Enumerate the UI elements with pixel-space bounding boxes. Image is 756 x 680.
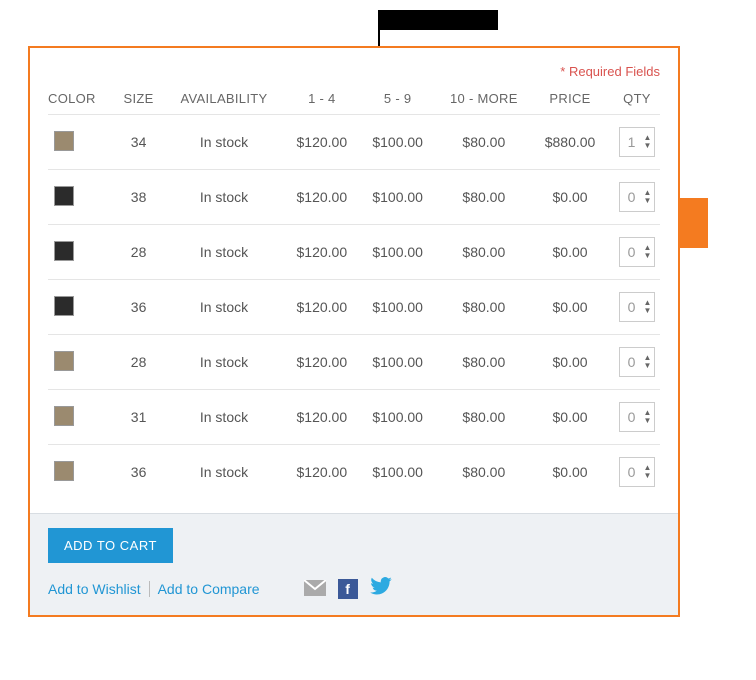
required-fields-label: * Required Fields [48,64,660,79]
tier3-cell: $80.00 [436,280,533,335]
col-tier3: 10 - MORE [436,83,533,115]
table-row: 34In stock$120.00$100.00$80.00$880.00 1▲▼ [48,115,660,170]
tier1-cell: $120.00 [284,280,360,335]
price-cell: $0.00 [532,225,608,280]
tier2-cell: $100.00 [360,280,436,335]
tier2-cell: $100.00 [360,115,436,170]
qty-down-icon[interactable]: ▼ [644,472,652,480]
size-cell: 36 [113,445,164,500]
availability-cell: In stock [164,335,284,390]
twitter-icon[interactable] [370,577,392,601]
tier3-cell: $80.00 [436,170,533,225]
tier1-cell: $120.00 [284,170,360,225]
tier3-cell: $80.00 [436,390,533,445]
col-price: PRICE [532,83,608,115]
table-row: 28In stock$120.00$100.00$80.00$0.00 0▲▼ [48,225,660,280]
qty-value: 0 [620,464,644,480]
tier1-cell: $120.00 [284,115,360,170]
tier2-cell: $100.00 [360,390,436,445]
col-qty: QTY [608,83,660,115]
qty-stepper[interactable]: 0▲▼ [619,237,656,267]
qty-down-icon[interactable]: ▼ [644,307,652,315]
table-row: 36In stock$120.00$100.00$80.00$0.00 0▲▼ [48,445,660,500]
price-cell: $0.00 [532,170,608,225]
price-cell: $0.00 [532,445,608,500]
add-to-wishlist-link[interactable]: Add to Wishlist [48,581,141,597]
qty-stepper[interactable]: 0▲▼ [619,292,656,322]
price-cell: $0.00 [532,390,608,445]
tier2-cell: $100.00 [360,170,436,225]
availability-cell: In stock [164,225,284,280]
color-swatch[interactable] [54,351,74,371]
size-cell: 28 [113,225,164,280]
tier1-cell: $120.00 [284,225,360,280]
facebook-icon[interactable]: f [338,579,358,599]
size-cell: 38 [113,170,164,225]
col-availability: AVAILABILITY [164,83,284,115]
qty-down-icon[interactable]: ▼ [644,417,652,425]
email-icon[interactable] [304,580,326,599]
qty-down-icon[interactable]: ▼ [644,142,652,150]
availability-cell: In stock [164,170,284,225]
tier1-cell: $120.00 [284,445,360,500]
tier3-cell: $80.00 [436,115,533,170]
tier3-cell: $80.00 [436,445,533,500]
table-row: 31In stock$120.00$100.00$80.00$0.00 0▲▼ [48,390,660,445]
qty-down-icon[interactable]: ▼ [644,252,652,260]
tier3-cell: $80.00 [436,335,533,390]
availability-cell: In stock [164,280,284,335]
color-swatch[interactable] [54,241,74,261]
color-swatch[interactable] [54,131,74,151]
table-row: 36In stock$120.00$100.00$80.00$0.00 0▲▼ [48,280,660,335]
availability-cell: In stock [164,445,284,500]
tier1-cell: $120.00 [284,335,360,390]
qty-down-icon[interactable]: ▼ [644,197,652,205]
qty-stepper[interactable]: 0▲▼ [619,457,656,487]
color-swatch[interactable] [54,296,74,316]
price-cell: $880.00 [532,115,608,170]
qty-value: 0 [620,409,644,425]
price-cell: $0.00 [532,280,608,335]
tier-price-table: COLOR SIZE AVAILABILITY 1 - 4 5 - 9 10 -… [48,83,660,499]
tier1-cell: $120.00 [284,390,360,445]
color-swatch[interactable] [54,461,74,481]
size-cell: 28 [113,335,164,390]
product-tier-panel: * Required Fields COLOR SIZE AVAILABILIT… [28,46,680,617]
share-icons: f [304,577,392,601]
tier2-cell: $100.00 [360,335,436,390]
col-color: COLOR [48,83,113,115]
size-cell: 31 [113,390,164,445]
size-cell: 34 [113,115,164,170]
tier2-cell: $100.00 [360,445,436,500]
footer-bar: ADD TO CART Add to Wishlist Add to Compa… [30,513,678,615]
add-to-compare-link[interactable]: Add to Compare [158,581,260,597]
add-to-cart-button[interactable]: ADD TO CART [48,528,173,563]
color-swatch[interactable] [54,406,74,426]
table-row: 28In stock$120.00$100.00$80.00$0.00 0▲▼ [48,335,660,390]
availability-cell: In stock [164,390,284,445]
qty-down-icon[interactable]: ▼ [644,362,652,370]
callout-tier-label [378,10,498,30]
table-row: 38In stock$120.00$100.00$80.00$0.00 0▲▼ [48,170,660,225]
qty-stepper[interactable]: 0▲▼ [619,182,656,212]
qty-value: 1 [620,134,644,150]
divider [149,581,150,597]
qty-value: 0 [620,354,644,370]
qty-value: 0 [620,244,644,260]
col-tier1: 1 - 4 [284,83,360,115]
qty-value: 0 [620,189,644,205]
tier2-cell: $100.00 [360,225,436,280]
price-cell: $0.00 [532,335,608,390]
availability-cell: In stock [164,115,284,170]
size-cell: 36 [113,280,164,335]
qty-stepper[interactable]: 0▲▼ [619,347,656,377]
footer-links: Add to Wishlist Add to Compare f [48,577,660,601]
tier3-cell: $80.00 [436,225,533,280]
col-tier2: 5 - 9 [360,83,436,115]
qty-value: 0 [620,299,644,315]
qty-stepper[interactable]: 0▲▼ [619,402,656,432]
color-swatch[interactable] [54,186,74,206]
col-size: SIZE [113,83,164,115]
qty-stepper[interactable]: 1▲▼ [619,127,656,157]
